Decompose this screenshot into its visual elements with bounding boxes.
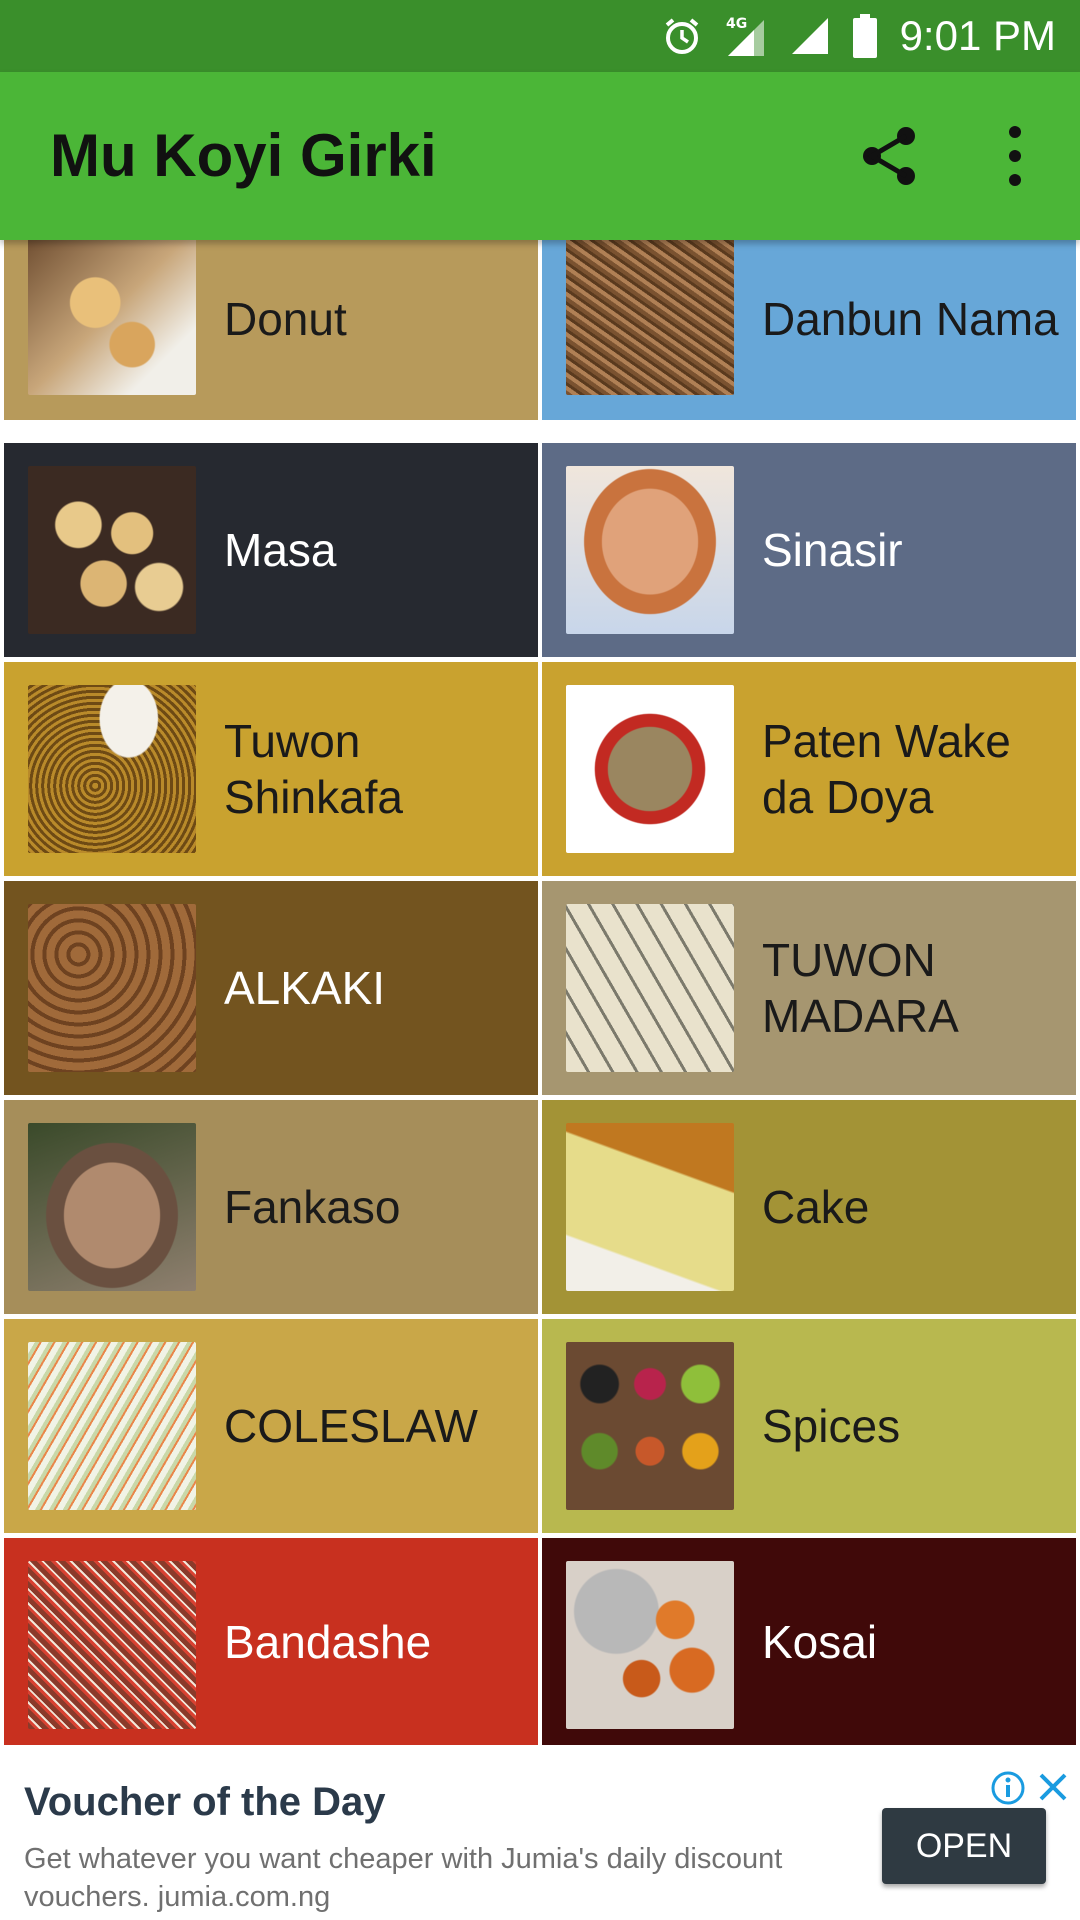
alarm-icon xyxy=(665,18,698,54)
recipe-tile-coleslaw[interactable]: COLESLAW xyxy=(4,1319,538,1533)
signal-icon xyxy=(791,18,828,54)
recipe-label: Paten Wake da Doya xyxy=(762,715,1011,823)
tuwon-madara-photo xyxy=(566,904,734,1072)
recipe-tile-bandashe[interactable]: Bandashe xyxy=(4,1538,538,1745)
recipe-label: COLESLAW xyxy=(224,1400,478,1452)
recipe-label: Cake xyxy=(762,1181,870,1233)
close-icon[interactable] xyxy=(1036,1770,1070,1804)
app-title: Mu Koyi Girki xyxy=(50,122,437,189)
recipe-label: Donut xyxy=(224,293,347,345)
recipe-tile-masa[interactable]: Masa xyxy=(4,443,538,657)
tuwon-shinkafa-photo xyxy=(28,685,196,853)
cake-photo xyxy=(566,1123,734,1291)
sinasir-photo xyxy=(566,466,734,634)
app-bar: Mu Koyi Girki xyxy=(0,72,1080,240)
bandashe-photo xyxy=(28,1561,196,1729)
masa-photo xyxy=(28,466,196,634)
recipe-label: Masa xyxy=(224,524,337,576)
recipe-tile-fankaso[interactable]: Fankaso xyxy=(4,1100,538,1314)
ad-title: Voucher of the Day xyxy=(24,1780,386,1824)
more-vert-icon[interactable] xyxy=(1000,122,1030,190)
signal-4g-icon: 4G xyxy=(726,16,764,56)
info-icon[interactable] xyxy=(990,1770,1026,1806)
recipe-label: Tuwon Shinkafa xyxy=(224,715,404,823)
alkaki-photo xyxy=(28,904,196,1072)
spices-photo xyxy=(566,1342,734,1510)
status-bar: 4G 9:01 PM xyxy=(0,0,1080,72)
recipe-label: Bandashe xyxy=(224,1615,432,1668)
ad-body: Get whatever you want cheaper with Jumia… xyxy=(24,1843,783,1913)
recipe-grid: Donut Danbun Nama Masa Sinasir Tuwon Shi… xyxy=(0,240,1080,1745)
coleslaw-photo xyxy=(28,1342,196,1510)
ad-banner[interactable]: Voucher of the Day Get whatever you want… xyxy=(0,1760,1080,1920)
recipe-label: Danbun Nama xyxy=(762,293,1059,345)
paten-wake-photo xyxy=(566,685,734,853)
kosai-photo xyxy=(566,1561,734,1729)
recipe-tile-tuwon-madara[interactable]: TUWON MADARA xyxy=(542,881,1076,1095)
svg-text:4G: 4G xyxy=(726,16,747,32)
recipe-tile-tuwon-shinkafa[interactable]: Tuwon Shinkafa xyxy=(4,662,538,876)
recipe-tile-sinasir[interactable]: Sinasir xyxy=(542,443,1076,657)
recipe-label: Spices xyxy=(762,1400,901,1452)
recipe-tile-paten-wake[interactable]: Paten Wake da Doya xyxy=(542,662,1076,876)
recipe-label: ALKAKI xyxy=(224,962,386,1014)
recipe-tile-alkaki[interactable]: ALKAKI xyxy=(4,881,538,1095)
recipe-label: Sinasir xyxy=(762,524,903,576)
status-time: 9:01 PM xyxy=(899,12,1056,59)
fankaso-photo xyxy=(28,1123,196,1291)
ad-open-button[interactable]: OPEN xyxy=(882,1808,1046,1884)
danbun-nama-photo xyxy=(566,240,734,395)
recipe-label: Kosai xyxy=(762,1615,878,1668)
donut-photo xyxy=(28,240,196,395)
recipe-tile-donut[interactable]: Donut xyxy=(4,240,538,420)
recipe-tile-cake[interactable]: Cake xyxy=(542,1100,1076,1314)
recipe-label: Fankaso xyxy=(224,1181,401,1233)
share-icon[interactable] xyxy=(858,124,922,188)
recipe-tile-spices[interactable]: Spices xyxy=(542,1319,1076,1533)
recipe-tile-danbun-nama[interactable]: Danbun Nama xyxy=(542,240,1076,420)
recipe-tile-kosai[interactable]: Kosai xyxy=(542,1538,1076,1745)
recipe-label: TUWON MADARA xyxy=(762,934,959,1042)
battery-icon xyxy=(852,14,877,58)
